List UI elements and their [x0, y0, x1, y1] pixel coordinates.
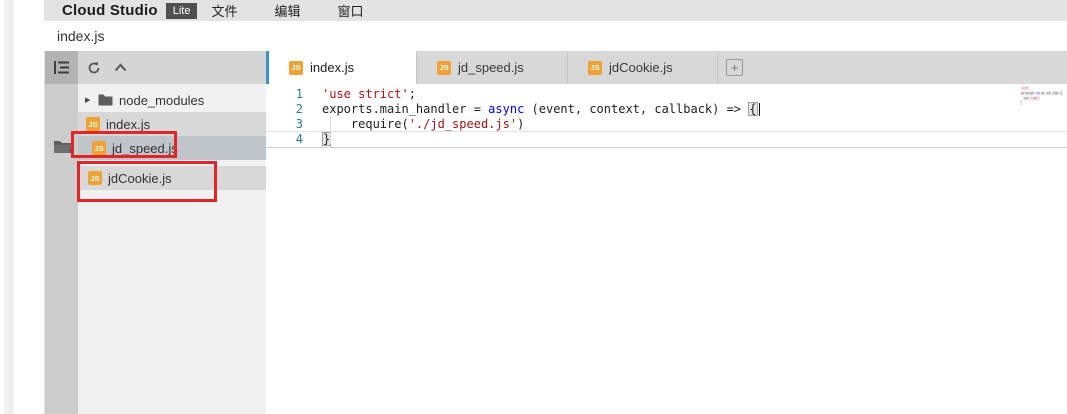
code-editor[interactable]: 1 'use strict'; 2 exports.main_handler =…: [266, 84, 1067, 414]
code-line-1[interactable]: 1 'use strict';: [266, 87, 1067, 102]
tab-label: jdCookie.js: [609, 60, 673, 75]
tab-jd-speed-js[interactable]: JS jd_speed.js: [416, 51, 567, 84]
token: exports.main_handler =: [322, 102, 488, 116]
line-number: 3: [266, 117, 303, 132]
token: 'use strict': [322, 87, 409, 101]
activity-bar: [44, 51, 78, 414]
tab-label: index.js: [310, 60, 354, 75]
js-file-icon: JS: [588, 61, 602, 75]
refresh-icon[interactable]: [86, 60, 102, 76]
text-cursor: [759, 103, 761, 116]
lite-badge: Lite: [166, 3, 198, 19]
menu-item-file[interactable]: 文件: [211, 1, 237, 20]
token: async: [488, 102, 524, 116]
list-tree-icon: [53, 60, 71, 75]
menu-items: 文件 编辑 窗口: [211, 1, 363, 20]
new-tab-button[interactable]: +: [726, 59, 743, 76]
code-line-2[interactable]: 2 exports.main_handler = async (event, c…: [266, 102, 1067, 117]
folder-icon: [53, 140, 72, 154]
folder-icon: [98, 94, 113, 106]
document-title: index.js: [57, 28, 104, 44]
js-file-icon: JS: [86, 117, 100, 131]
explorer-toolbar: [78, 51, 266, 86]
left-gutter-strip: [4, 0, 14, 414]
minimap[interactable]: 1 'use strict'; 2 exports.main_handler =…: [1019, 85, 1065, 109]
code-block: 1 'use strict'; 2 exports.main_handler =…: [266, 84, 1067, 148]
explorer-view-button[interactable]: [45, 51, 79, 84]
menubar: Cloud Studio Lite 文件 编辑 窗口: [44, 0, 1067, 21]
collapse-all-icon[interactable]: [112, 60, 128, 76]
js-file-icon: JS: [289, 61, 303, 75]
line-number: 2: [266, 102, 303, 117]
app-logo: Cloud Studio: [62, 2, 158, 19]
token: require(: [322, 117, 409, 131]
annotation-box-jdcookie: [77, 161, 217, 202]
tab-label: jd_speed.js: [458, 60, 524, 75]
token: ;: [409, 87, 416, 101]
line-number: 4: [266, 132, 303, 147]
indent-guide: [330, 116, 331, 144]
app-window: Cloud Studio Lite 文件 编辑 窗口 index.js: [0, 0, 1067, 414]
annotation-box-jd-speed: [71, 131, 177, 158]
tab-jdcookie-js[interactable]: JS jdCookie.js: [567, 51, 718, 84]
token: (event, context, callback) =>: [524, 102, 748, 116]
editor-region: JS index.js JS jd_speed.js JS jdCookie.j…: [266, 51, 1067, 414]
chevron-right-icon[interactable]: ▶: [85, 96, 94, 104]
menu-item-window[interactable]: 窗口: [338, 1, 364, 20]
tab-bar: JS index.js JS jd_speed.js JS jdCookie.j…: [266, 51, 1067, 84]
token: ): [517, 117, 524, 131]
menu-item-edit[interactable]: 编辑: [274, 1, 300, 20]
titlebar: index.js: [44, 21, 1067, 51]
minimap-content: 1 'use strict'; 2 exports.main_handler =…: [1019, 85, 1065, 105]
file-explorer: ▶ node_modules JS index.js JS jd_speed.j…: [78, 51, 266, 414]
js-file-icon: JS: [437, 61, 451, 75]
tree-item-label: node_modules: [119, 93, 204, 108]
matched-bracket: {: [748, 102, 757, 116]
tree-item-node-modules[interactable]: ▶ node_modules: [78, 88, 266, 112]
code-line-3[interactable]: 3 require('./jd_speed.js'): [266, 117, 1067, 132]
token: './jd_speed.js': [409, 117, 517, 131]
line-number: 1: [266, 87, 303, 102]
tree-item-label: index.js: [106, 117, 150, 132]
tab-index-js[interactable]: JS index.js: [266, 51, 416, 84]
code-line-4[interactable]: 4 }: [266, 131, 1067, 148]
